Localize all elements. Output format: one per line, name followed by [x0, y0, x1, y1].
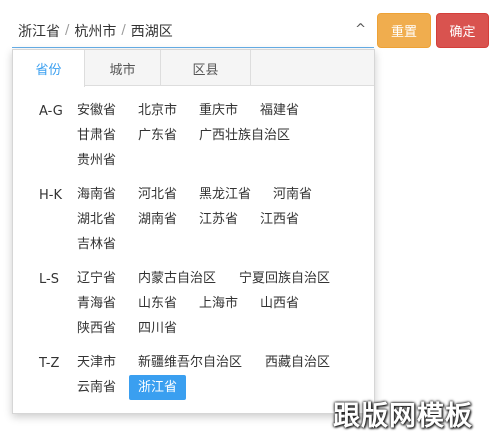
province-item[interactable]: 四川省 — [136, 317, 179, 341]
selected-district: 西湖区 — [130, 23, 173, 40]
province-item[interactable]: 山东省 — [136, 292, 179, 316]
tab-district[interactable]: 区县 — [161, 50, 251, 86]
province-item[interactable]: 甘肃省 — [75, 124, 118, 148]
selected-city: 杭州市 — [74, 23, 117, 40]
region-selector[interactable]: 浙江省 / 杭州市 / 西湖区 ^ — [12, 14, 374, 48]
province-item[interactable]: 上海市 — [197, 292, 240, 316]
province-item[interactable]: 云南省 — [75, 376, 118, 400]
province-item[interactable]: 吉林省 — [75, 233, 118, 257]
province-item[interactable]: 河南省 — [271, 183, 314, 207]
province-item[interactable]: 内蒙古自治区 — [136, 267, 218, 291]
reset-button[interactable]: 重置 — [377, 13, 431, 48]
province-item[interactable]: 西藏自治区 — [263, 351, 332, 375]
province-item[interactable]: 辽宁省 — [75, 267, 118, 291]
breadcrumb-separator: / — [121, 23, 126, 38]
province-item[interactable]: 湖南省 — [136, 208, 179, 232]
tab-bar: 省份 城市 区县 — [13, 50, 374, 87]
province-item[interactable]: 江苏省 — [197, 208, 240, 232]
confirm-button[interactable]: 确定 — [436, 13, 489, 48]
tab-province[interactable]: 省份 — [13, 50, 85, 87]
group-label: L-S — [39, 272, 59, 287]
selected-province: 浙江省 — [18, 23, 60, 40]
province-item[interactable]: 湖北省 — [75, 208, 118, 232]
province-item[interactable]: 北京市 — [136, 99, 179, 123]
province-item-selected[interactable]: 浙江省 — [129, 375, 187, 400]
group-label: A-G — [39, 104, 63, 119]
province-item[interactable]: 安徽省 — [75, 99, 118, 123]
tab-city[interactable]: 城市 — [85, 50, 161, 86]
province-item[interactable]: 新疆维吾尔自治区 — [136, 351, 244, 375]
province-item[interactable]: 黑龙江省 — [197, 183, 253, 207]
province-item[interactable]: 天津市 — [75, 351, 118, 375]
province-item[interactable]: 河北省 — [136, 183, 179, 207]
province-item[interactable]: 广东省 — [136, 124, 179, 148]
group-label: T-Z — [39, 356, 60, 371]
province-item[interactable]: 福建省 — [258, 99, 301, 123]
province-item[interactable]: 青海省 — [75, 292, 118, 316]
province-item[interactable]: 广西壮族自治区 — [197, 124, 292, 148]
province-item[interactable]: 重庆市 — [197, 99, 240, 123]
group-label: H-K — [39, 188, 62, 203]
province-item[interactable]: 海南省 — [75, 183, 118, 207]
province-item[interactable]: 贵州省 — [75, 149, 118, 173]
region-dropdown-panel: 省份 城市 区县 A-G 安徽省 北京市 重庆市 福建省 甘肃省 广东省 广西壮… — [12, 49, 375, 414]
province-item[interactable]: 山西省 — [258, 292, 301, 316]
breadcrumb-separator: / — [65, 23, 70, 38]
province-item[interactable]: 江西省 — [258, 208, 301, 232]
province-item[interactable]: 陕西省 — [75, 317, 118, 341]
province-item[interactable]: 宁夏回族自治区 — [237, 267, 332, 291]
chevron-up-icon[interactable]: ^ — [355, 22, 366, 37]
watermark-text: 跟版网模板 — [333, 401, 473, 432]
